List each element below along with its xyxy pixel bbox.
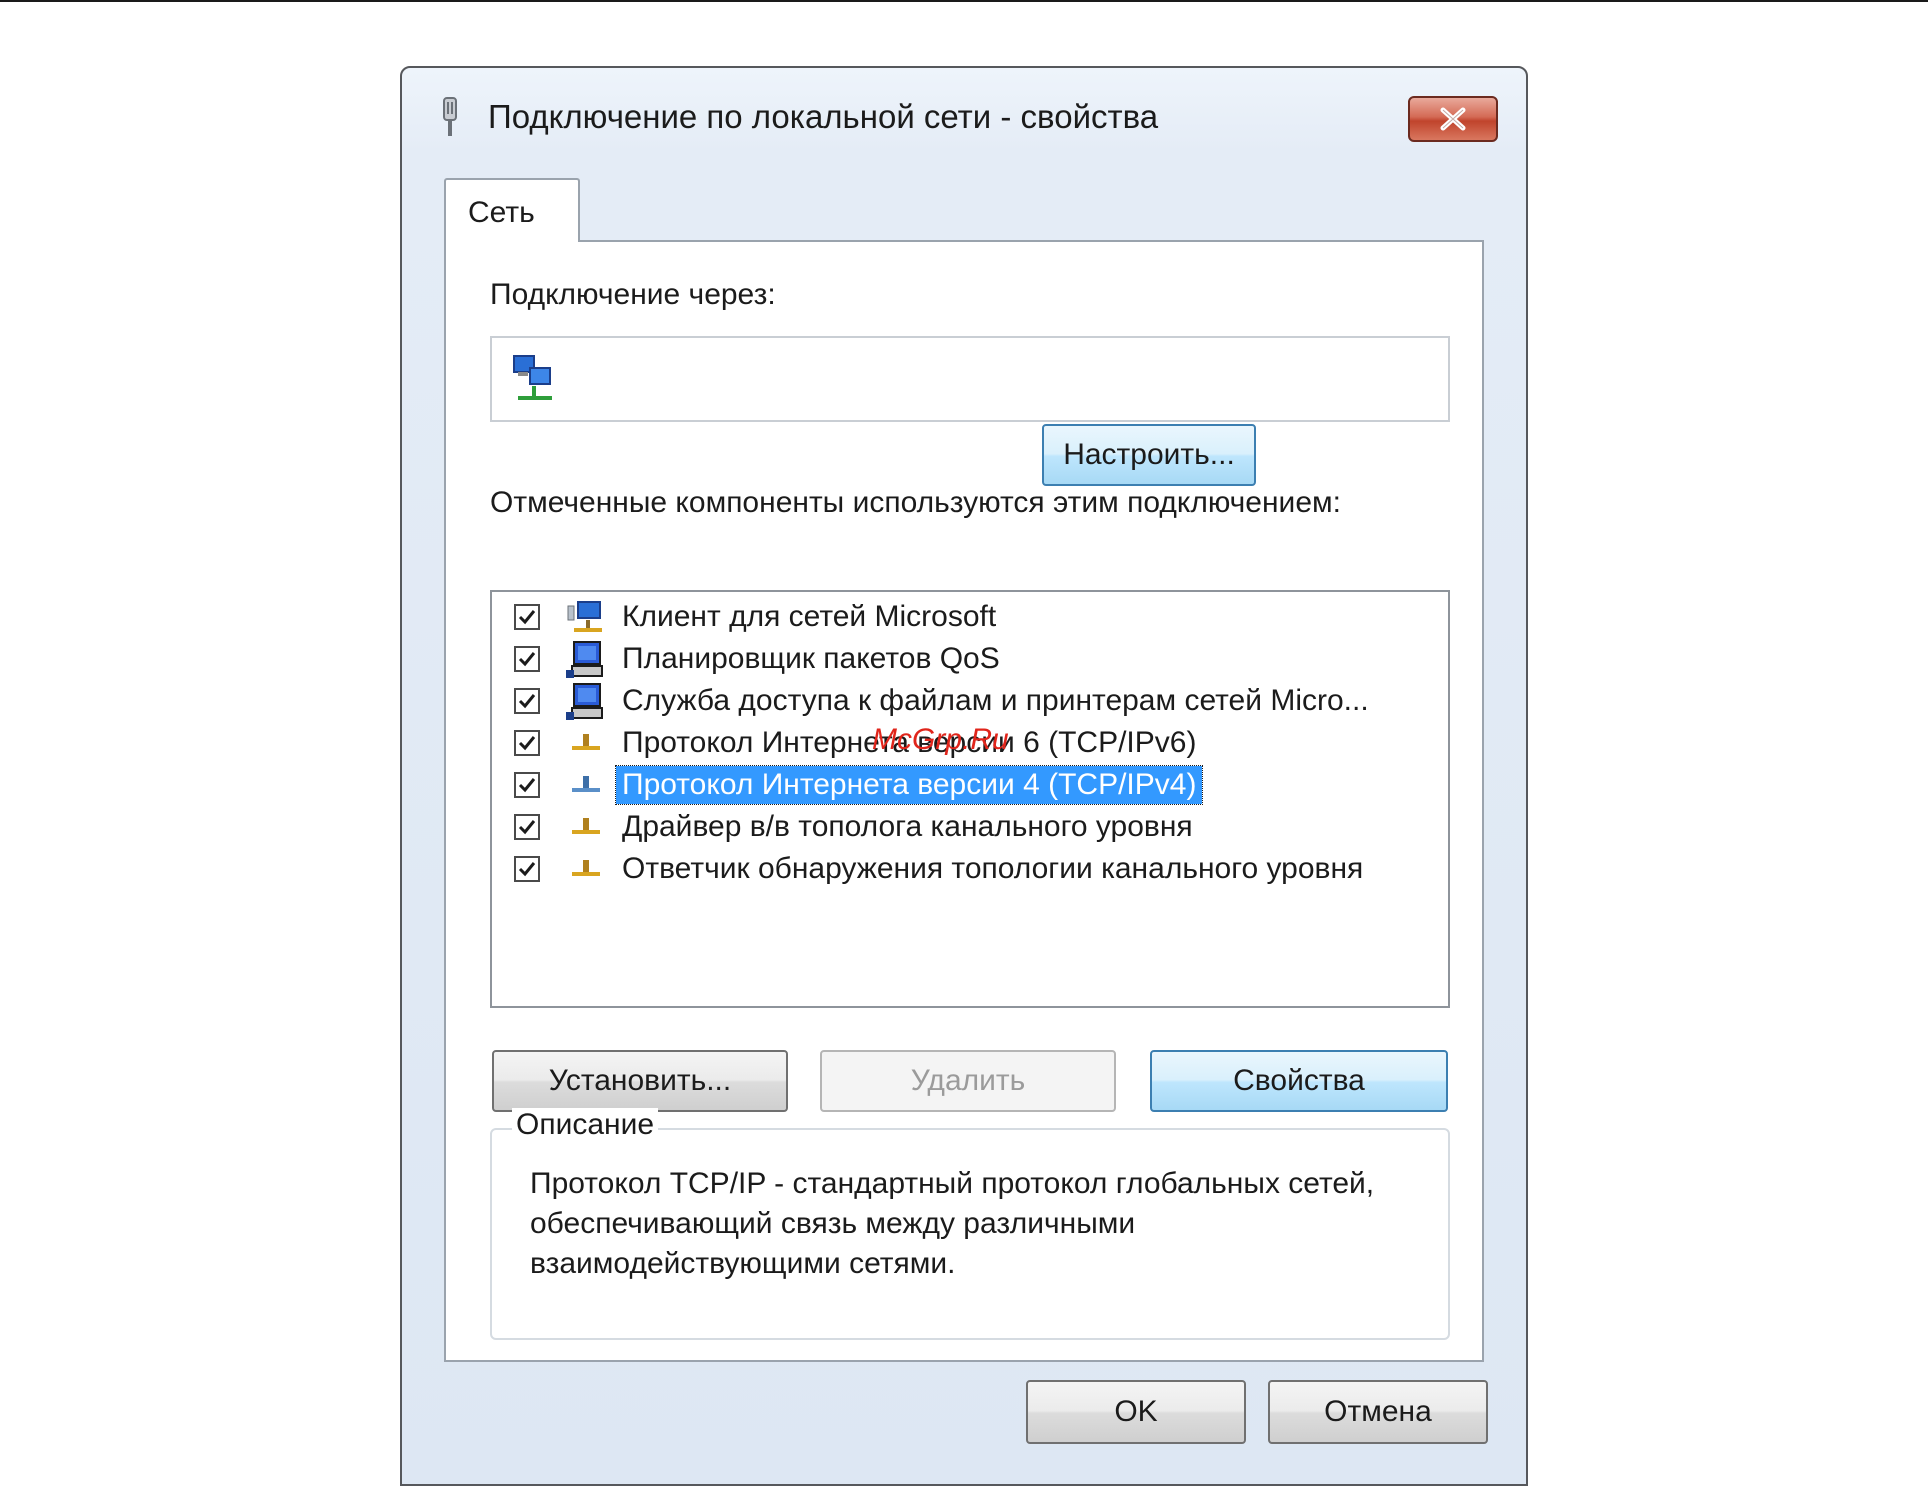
component-label: Клиент для сетей Microsoft [622, 600, 997, 633]
list-item[interactable]: Протокол Интернета версии 4 (TCP/IPv4) [492, 764, 1448, 806]
checkmark-icon [518, 610, 536, 625]
ok-button-label: OK [1114, 1395, 1158, 1428]
description-group: Описание Протокол TCP/IP - стандартный п… [490, 1108, 1450, 1340]
component-checkbox[interactable] [514, 856, 540, 882]
watermark: McGrp.Ru [872, 723, 1009, 756]
checkmark-icon [518, 736, 536, 751]
description-title: Описание [512, 1108, 659, 1142]
remove-button[interactable]: Удалить [820, 1050, 1116, 1112]
list-item[interactable]: Служба доступа к файлам и принтерам сете… [492, 680, 1448, 722]
title-bar[interactable]: Подключение по локальной сети - свойства [402, 68, 1526, 150]
tab-panel-network: Подключение через: Настроить... Отмеченн… [444, 240, 1484, 1362]
component-label: Служба доступа к файлам и принтерам сете… [622, 684, 1369, 717]
properties-button[interactable]: Свойства [1150, 1050, 1448, 1112]
cancel-button-label: Отмена [1324, 1395, 1432, 1428]
network-plug-icon [443, 97, 457, 136]
network-adapter-icon [513, 355, 552, 400]
protocol-icon [572, 734, 600, 750]
ok-button[interactable]: OK [1026, 1380, 1246, 1444]
configure-button-label: Настроить... [1063, 438, 1235, 471]
component-label: Планировщик пакетов QoS [622, 642, 1000, 675]
description-text: Протокол TCP/IP - стандартный протокол г… [530, 1167, 1375, 1280]
component-label: Ответчик обнаружения топологии канальног… [622, 852, 1364, 885]
window-title: Подключение по локальной сети - свойства [488, 98, 1159, 135]
top-border-line [0, 0, 1928, 2]
close-button[interactable] [1408, 96, 1498, 142]
configure-button[interactable]: Настроить... [1042, 424, 1256, 486]
component-checkbox[interactable] [514, 688, 540, 714]
network-service-icon [566, 641, 603, 678]
component-checkbox[interactable] [514, 604, 540, 630]
cancel-button[interactable]: Отмена [1268, 1380, 1488, 1444]
component-label: Драйвер в/в тополога канального уровня [622, 810, 1193, 843]
checkmark-icon [518, 778, 536, 793]
component-label-selected: Протокол Интернета версии 4 (TCP/IPv4) [614, 765, 1204, 805]
protocol-icon [572, 776, 600, 792]
install-button[interactable]: Установить... [492, 1050, 788, 1112]
connect-via-label: Подключение через: [490, 278, 776, 311]
list-item[interactable]: Ответчик обнаружения топологии канальног… [492, 848, 1448, 890]
checkmark-icon [518, 820, 536, 835]
tab-network-label: Сеть [468, 196, 535, 229]
checkmark-icon [518, 862, 536, 877]
properties-dialog: Подключение по локальной сети - свойства… [400, 66, 1528, 1486]
install-button-label: Установить... [548, 1064, 732, 1097]
checkmark-icon [518, 652, 536, 667]
list-item[interactable]: Клиент для сетей Microsoft [492, 596, 1448, 638]
component-checkbox[interactable] [514, 730, 540, 756]
network-client-icon [567, 601, 602, 632]
remove-button-label: Удалить [910, 1064, 1026, 1097]
close-icon [1440, 107, 1466, 131]
component-checkbox[interactable] [514, 646, 540, 672]
list-item[interactable]: Драйвер в/в тополога канального уровня [492, 806, 1448, 848]
protocol-icon [572, 818, 600, 834]
components-label: Отмеченные компоненты используются этим … [490, 486, 1341, 519]
properties-button-label: Свойства [1233, 1064, 1365, 1097]
connect-via-field [490, 336, 1450, 422]
checkmark-icon [518, 694, 536, 709]
tab-network[interactable]: Сеть [444, 178, 580, 242]
components-list[interactable]: Клиент для сетей Microsoft Планировщик п… [490, 590, 1450, 1008]
protocol-icon [572, 860, 600, 876]
list-item[interactable]: Планировщик пакетов QoS [492, 638, 1448, 680]
network-service-icon [566, 683, 603, 720]
component-checkbox[interactable] [514, 772, 540, 798]
component-checkbox[interactable] [514, 814, 540, 840]
